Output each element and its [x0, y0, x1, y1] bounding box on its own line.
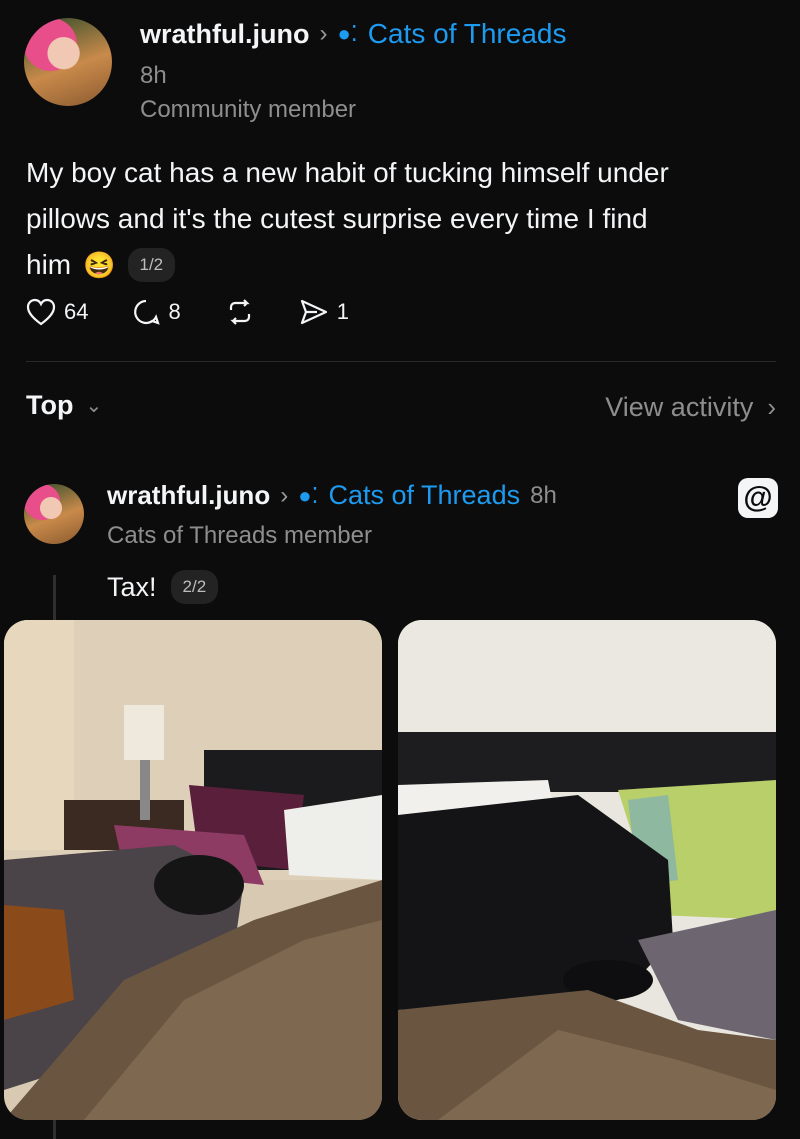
- repost-icon: [229, 299, 250, 325]
- avatar[interactable]: [24, 18, 112, 106]
- post-time: 8h: [530, 481, 557, 509]
- post-text-line: My boy cat has a new habit of tucking hi…: [26, 157, 669, 188]
- heart-icon: [26, 298, 56, 326]
- page-indicator: 2/2: [170, 570, 219, 604]
- username[interactable]: wrathful.juno: [107, 480, 270, 511]
- chevron-down-icon: ⌄: [85, 395, 103, 417]
- divider: [26, 361, 776, 362]
- community-link[interactable]: Cats of Threads: [328, 480, 520, 511]
- chevron-right-icon: ›: [280, 481, 289, 509]
- view-activity-label: View activity: [605, 392, 754, 422]
- username[interactable]: wrathful.juno: [140, 19, 309, 50]
- post-image[interactable]: [398, 620, 776, 1120]
- post2-text-row: Tax! 2/2: [107, 570, 219, 604]
- post-text: Tax!: [107, 571, 157, 602]
- community-dots-icon: ●⁚: [298, 482, 319, 508]
- member-role: Community member: [140, 96, 357, 123]
- like-button[interactable]: 64: [26, 298, 88, 326]
- share-button[interactable]: 1: [299, 298, 349, 326]
- bedroom-photo-1: [4, 620, 382, 1120]
- share-icon: [300, 299, 327, 325]
- share-count: 1: [336, 299, 349, 324]
- post-text: My boy cat has a new habit of tucking hi…: [26, 150, 786, 288]
- post2-header: wrathful.juno › ●⁚ Cats of Threads 8h: [107, 480, 557, 511]
- chevron-right-icon: ›: [319, 20, 328, 47]
- comment-icon: [134, 299, 161, 325]
- sort-dropdown[interactable]: Top ⌄: [26, 390, 102, 421]
- laughing-emoji: 😆: [83, 250, 116, 280]
- repost-button[interactable]: [225, 298, 255, 326]
- like-count: 64: [64, 299, 89, 324]
- post-text-line: pillows and it's the cutest surprise eve…: [26, 203, 648, 234]
- post-image[interactable]: [4, 620, 382, 1120]
- post1-header: wrathful.juno › ●⁚ Cats of Threads: [140, 18, 566, 50]
- member-role: Cats of Threads member: [107, 522, 372, 549]
- sort-label: Top: [26, 390, 74, 420]
- view-activity-link[interactable]: View activity ›: [605, 392, 776, 423]
- post-time: 8h: [140, 62, 167, 89]
- post-actions: 64 8 1: [26, 298, 349, 326]
- chevron-right-icon: ›: [767, 392, 776, 422]
- comment-button[interactable]: 8: [132, 298, 181, 326]
- threads-logo-icon[interactable]: @: [738, 478, 778, 518]
- bedroom-photo-2: [398, 620, 776, 1120]
- post-text-line: him: [26, 249, 72, 280]
- comment-count: 8: [168, 299, 181, 324]
- avatar[interactable]: [24, 484, 84, 544]
- community-link[interactable]: Cats of Threads: [368, 18, 567, 50]
- community-dots-icon: ●⁚: [337, 21, 358, 46]
- page-indicator: 1/2: [127, 248, 176, 282]
